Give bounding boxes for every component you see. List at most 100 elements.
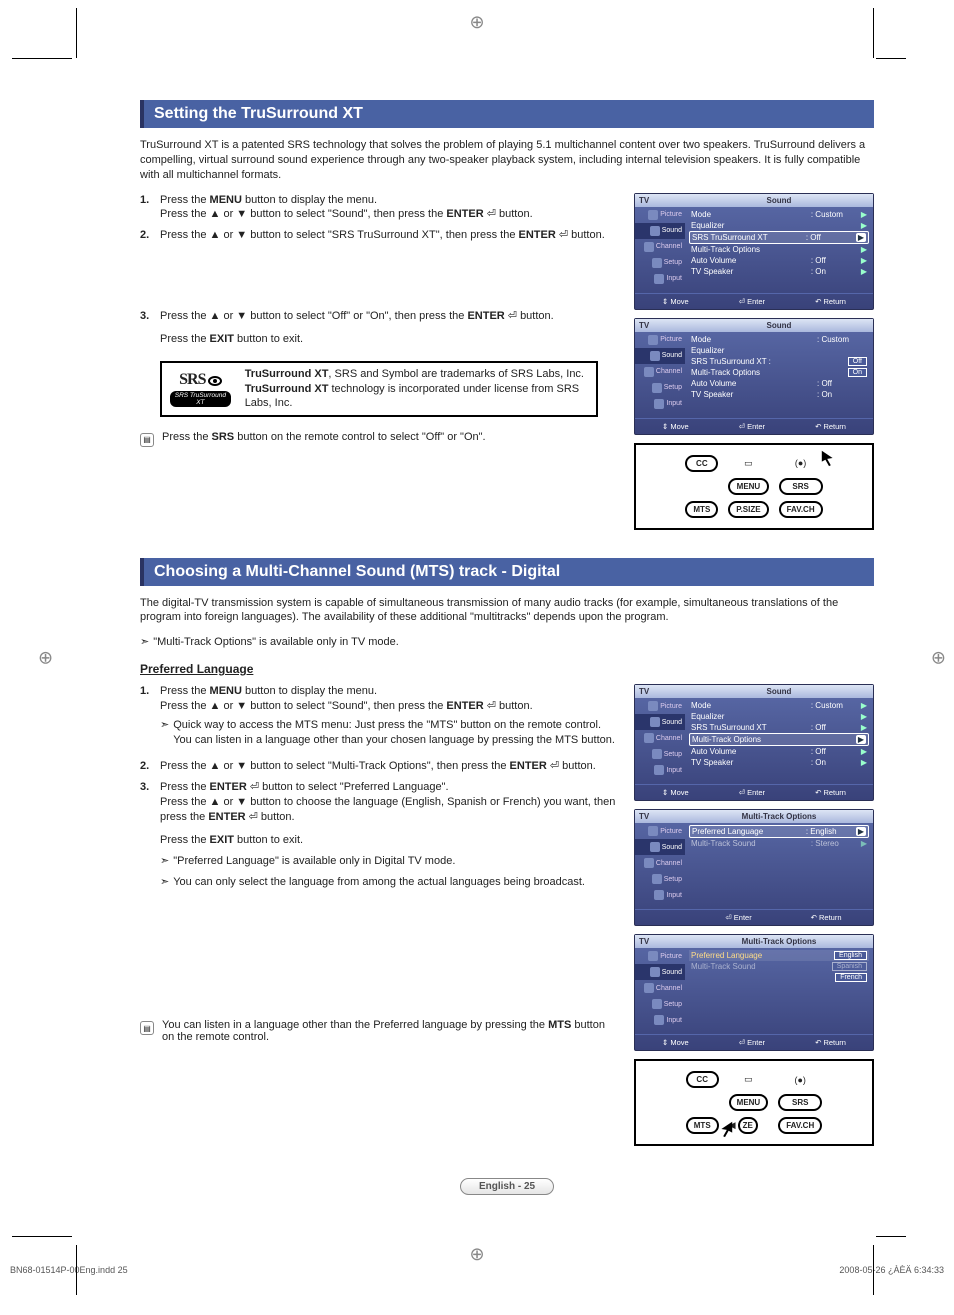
osd-mto-menu: TVMulti-Track Options Picture Sound Chan… [634,809,874,926]
step-1: 1. Press the MENU button to display the … [140,684,618,753]
remote-ze-button: ZE [738,1117,758,1134]
menu-label: MENU [210,194,242,206]
pointer-arrow-icon [716,1120,734,1138]
text: Press the [160,333,210,345]
enter-label: ENTER [446,208,483,220]
note-arrow-icon: ➣ [140,635,149,650]
crop-mark [876,1236,906,1237]
sound-icon [650,226,660,236]
doc-timestamp: 2008-05-26 ¿ÀÈÄ 6:34:33 [839,1265,944,1275]
text: button to exit. [234,333,303,345]
remote-favch-button: FAV.CH [779,501,823,518]
remote-cc-button: CC [685,455,718,472]
trademark-callout: SRS SRS TruSurround XT TruSurround XT, S… [160,361,598,417]
text: Press the [162,431,212,443]
remote-record-icon: (●) [778,1075,822,1085]
setup-icon [652,258,662,268]
remote-psize-button: P.SIZE [728,501,768,518]
srs-logo-tag: SRS TruSurround XT [170,391,231,407]
enter-label: ENTER [519,229,556,241]
text: , SRS and [328,368,381,380]
osd-lang-english: English [834,951,867,960]
osd-lang-spanish: Spanish [832,962,867,971]
page-number: English - 25 [140,1178,874,1195]
text: TruSurround XT [245,368,329,380]
doc-id: BN68-01514P-00Eng.indd 25 [10,1265,128,1275]
text: button on the remote control to select "… [234,431,485,443]
registration-mark: ⊕ [469,1244,484,1265]
remote-mts-button: MTS [685,501,718,518]
text: TruSurround XT [245,383,329,395]
remote-mts-button: MTS [686,1117,719,1134]
remote-srs-button: SRS [779,478,823,495]
osd-side-sound: Sound [635,223,685,239]
text: Press the ▲ or ▼ button to select "Sound… [160,208,446,220]
osd-row-preflang-highlighted: Preferred Language: English▶ [689,825,869,838]
subsection-preferred-language: Preferred Language [140,662,874,676]
pointer-arrow-icon [820,449,838,467]
remote-control-tip: ▤ Press the SRS button on the remote con… [140,431,618,447]
channel-icon [644,242,654,252]
remote-diagram-mts: CC ▭ (●) MENU SRS MTS ◀ZE FAV.CH [634,1059,874,1146]
remote-guide-icon: ▭ [729,1074,769,1085]
eye-icon [208,376,222,386]
note-arrow-icon: ➣ [160,854,169,869]
section-title-trusurround: Setting the TruSurround XT [140,100,874,128]
osd-lang-french: French [835,973,867,982]
section-title-mts: Choosing a Multi-Channel Sound (MTS) tra… [140,558,874,586]
osd-side-setup: Setup [635,255,685,271]
text: ⏎ button. [556,229,605,241]
text: Press the [160,194,210,206]
osd-mto-language: TVMulti-Track Options Picture Sound Chan… [634,934,874,1051]
osd-sound-menu-1: TVSound Picture Sound Channel Setup Inpu… [634,193,874,310]
remote-guide-icon: ▭ [728,458,768,469]
osd-side-input: Input [635,271,685,287]
section2-intro: The digital-TV transmission system is ca… [140,596,874,626]
remote-srs-button: SRS [778,1094,822,1111]
osd-side-picture: Picture [635,207,685,223]
enter-label: ENTER [467,310,504,322]
remote-menu-button: MENU [729,1094,769,1111]
text: Symbol are trademarks of SRS Labs, Inc. [382,368,584,380]
picture-icon [648,210,658,220]
remote-favch-button: FAV.CH [778,1117,822,1134]
remote-record-icon: (●) [779,458,823,468]
remote-icon: ▤ [140,1021,154,1035]
srs-logo: SRS SRS TruSurround XT [166,367,235,411]
note-text: "Multi-Track Options" is available only … [153,635,399,650]
srs-logo-text: SRS [179,371,205,388]
osd-side-channel: Channel [635,239,685,255]
remote-menu-button: MENU [728,478,768,495]
remote-diagram-srs: CC ▭ (●) MENU SRS MTS P.SIZE FAV.CH [634,443,874,530]
text: Press the ▲ or ▼ button to select "Off" … [160,310,467,322]
remote-cc-button: CC [686,1071,719,1088]
osd-dropdown-on: On [848,368,867,377]
osd-dropdown-off: Off [848,357,867,366]
input-icon [654,274,664,284]
crop-mark [873,1245,874,1295]
crop-mark [76,1245,77,1295]
srs-label: SRS [212,431,235,443]
step-3: 3. Press the ▲ or ▼ button to select "Of… [140,309,618,347]
osd-row-srs-highlighted: SRS TruSurround XT: Off▶ [689,231,869,244]
section1-intro: TruSurround XT is a patented SRS technol… [140,138,874,183]
note-arrow-icon: ➣ [160,875,169,890]
step-2: 2. Press the ▲ or ▼ button to select "Mu… [140,759,618,774]
note-arrow-icon: ➣ [160,718,169,748]
text: button to display the menu. [242,194,377,206]
text: ⏎ button. [505,310,554,322]
step-1: 1. Press the MENU button to display the … [140,193,618,223]
document-footer: BN68-01514P-00Eng.indd 25 2008-05-26 ¿ÀÈ… [0,1265,954,1275]
remote-control-tip-mts: ▤ You can listen in a language other tha… [140,1019,618,1043]
remote-icon: ▤ [140,433,154,447]
osd-sound-menu-3: TVSound Picture Sound Channel Setup Inpu… [634,684,874,801]
crop-mark [12,1236,72,1237]
osd-title: Sound [685,194,873,207]
osd-sound-menu-2: TVSound Picture Sound Channel Setup Inpu… [634,318,874,435]
text: ⏎ button. [484,208,533,220]
step-3: 3. Press the ENTER ⏎ button to select "P… [140,780,618,895]
osd-tv-label: TV [635,194,685,207]
osd-row-mto-highlighted: Multi-Track Options▶ [689,733,869,746]
text: Press the ▲ or ▼ button to select "SRS T… [160,229,519,241]
step-2: 2. Press the ▲ or ▼ button to select "SR… [140,228,618,243]
